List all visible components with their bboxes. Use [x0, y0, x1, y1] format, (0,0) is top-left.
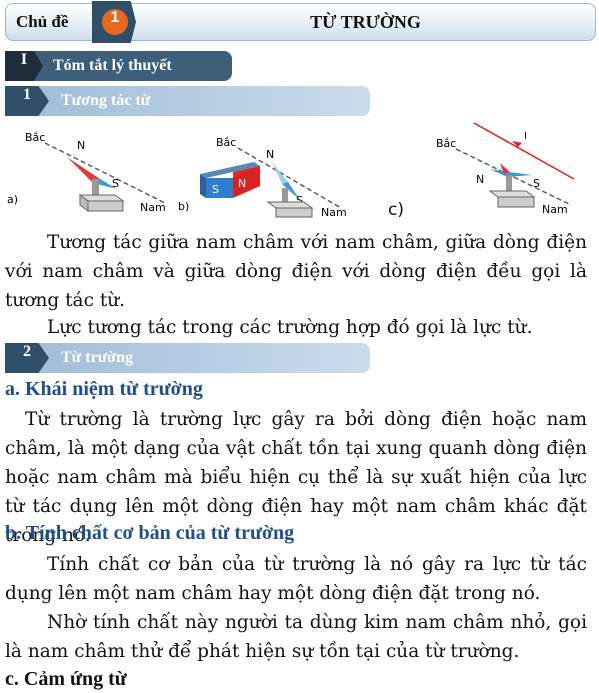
subsection-header-2: 2 Từ trường [5, 343, 370, 373]
paragraph-basic-property: Tính chất cơ bản của từ trường là nó gây… [5, 554, 587, 604]
figure-b-magnet-side [200, 174, 206, 198]
figure-a-north: Bắc [25, 131, 45, 144]
figure-b-north: Bắc [216, 136, 236, 149]
topic-header: Chủ đề 1 TỪ TRƯỜNG [5, 1, 596, 43]
figure-b-n: N [266, 148, 274, 161]
figure-a-label: a) [7, 193, 18, 206]
figure-c-base-top [488, 190, 536, 198]
heading-b: b. Tính chất cơ bản của từ trường [5, 522, 295, 544]
figure-c: I Bắc N S Nam [436, 122, 575, 216]
topic-title: TỪ TRƯỜNG [310, 12, 421, 32]
figure-b-magnet-n-label: N [238, 177, 246, 190]
figure-a-south: Nam [140, 201, 166, 214]
figure-a-n: N [77, 139, 85, 152]
figure-b: Bắc S N N S b) Nam [178, 136, 347, 219]
figure-b-magnet-s-end [206, 178, 233, 198]
subsection-title: Tương tác từ [61, 92, 151, 109]
figure-b-south: Nam [321, 206, 347, 219]
figure-a-meridian [44, 142, 166, 204]
section-roman-numeral: I [5, 51, 43, 81]
figure-c-north: Bắc [436, 137, 456, 150]
figure-b-needle-north [272, 162, 288, 184]
figure-c-current-arrow [512, 141, 522, 147]
figure-a-s: S [112, 177, 119, 190]
topic-label: Chủ đề [16, 12, 69, 31]
section-title: Tóm tắt lý thuyết [53, 57, 172, 74]
figure-c-base-front [497, 196, 535, 208]
figure-b-base-top [266, 201, 314, 209]
figure-b-label: b) [178, 200, 189, 213]
heading-a: a. Khái niệm từ trường [5, 378, 203, 400]
subsection-header-1: 1 Tương tác từ [5, 86, 370, 116]
figure-a-base-front [87, 200, 124, 212]
figure-b-base-front [275, 207, 313, 218]
paragraph-magnetic-force: Lực tương tác trong các trường hợp đó gọ… [47, 317, 533, 338]
subsection-number: 2 [5, 343, 49, 373]
figure-a: Bắc N S a) Nam [7, 131, 166, 214]
figure-c-current-label: I [524, 131, 527, 142]
figure-c-s: S [533, 177, 540, 190]
paragraph-test-magnet: Nhờ tính chất này người ta dùng kim nam … [5, 612, 587, 662]
topic-number-badge: 1 [102, 9, 128, 35]
figure-c-south: Nam [542, 203, 568, 216]
figure-c-label: c) [388, 200, 404, 220]
figure-c-n: N [476, 173, 484, 186]
subsection-number: 1 [5, 86, 49, 116]
figure-a-pivot [92, 179, 99, 197]
subsection-title: Từ trường [61, 349, 134, 366]
paragraph-magnetic-interaction: Tương tác giữa nam châm với nam châm, gi… [5, 232, 587, 311]
figure-c-pivot [506, 175, 512, 193]
figure-b-magnet-s-label: S [212, 183, 219, 196]
heading-c: c. Cảm ứng từ [5, 668, 127, 690]
section-header: I Tóm tắt lý thuyết [5, 51, 232, 81]
